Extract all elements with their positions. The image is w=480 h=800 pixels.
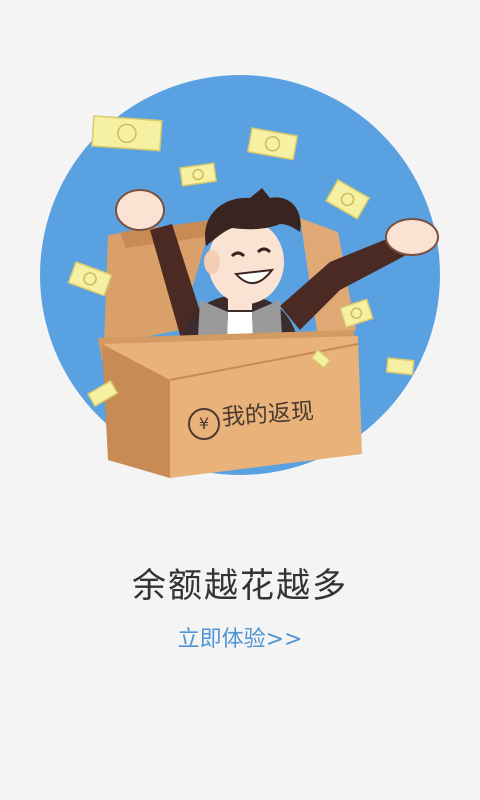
try-now-link[interactable]: 立即体验>> (140, 620, 340, 660)
page-title: 余额越花越多 (132, 566, 348, 606)
yen-symbol: ¥ (198, 414, 210, 433)
onboarding-screen: ¥ 我的返现 余额越花越多 立即体验>> (0, 0, 480, 800)
cashback-illustration-svg (40, 75, 440, 478)
cashback-illustration: ¥ 我的返现 (0, 0, 480, 520)
